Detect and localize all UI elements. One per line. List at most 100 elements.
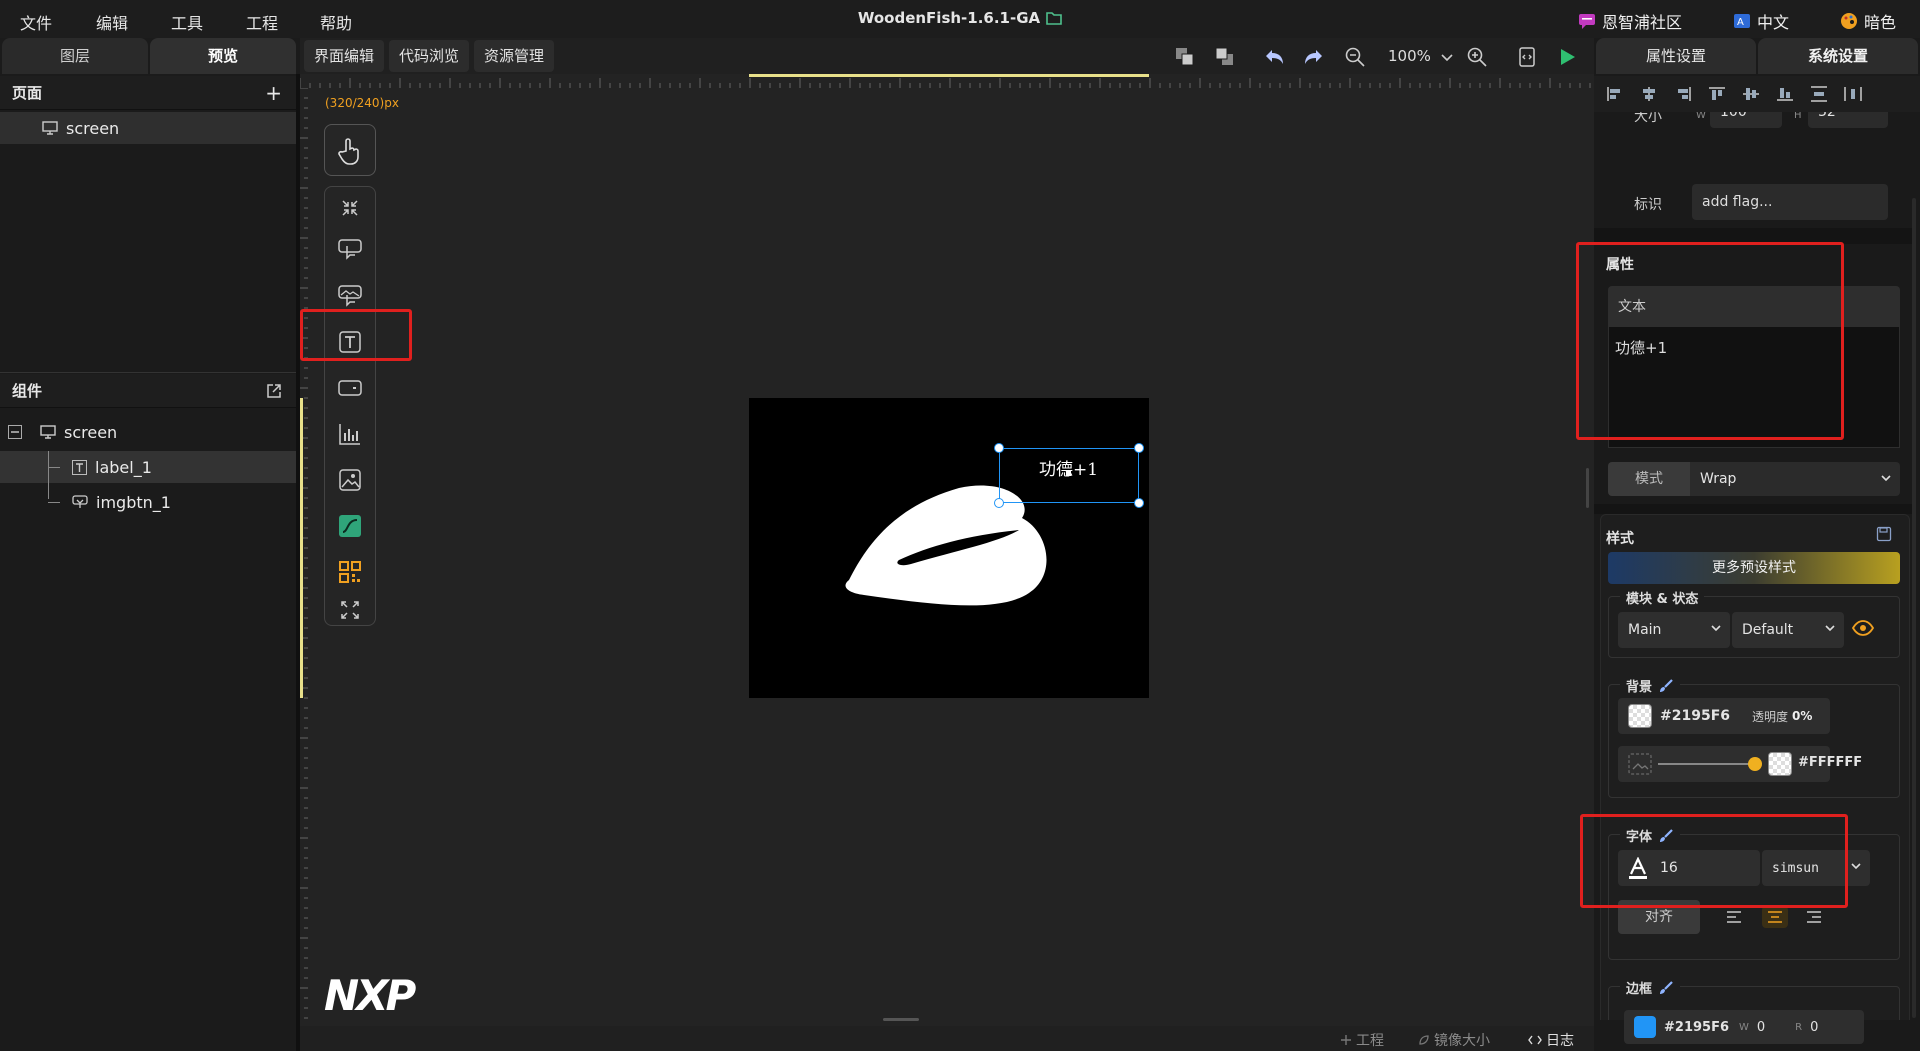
mode-select[interactable]: Wrap [1690,462,1900,496]
part-select[interactable]: Main [1618,612,1730,648]
zoom-out-icon[interactable] [1344,46,1366,68]
menu-help[interactable]: 帮助 [320,10,352,34]
border-color-field[interactable]: #2195F6 W 0 R 0 [1624,1010,1864,1044]
more-presets-button[interactable]: 更多预设样式 [1608,552,1900,584]
label-1-selection[interactable]: 功德+1 [994,443,1144,508]
resize-handle[interactable] [1134,443,1144,453]
tab-property-settings[interactable]: 属性设置 [1596,38,1756,74]
design-canvas[interactable]: (320/240)px 功德+1 NXP [308,88,1594,1028]
text-input[interactable]: 功德+1 [1608,326,1900,448]
status-mirror-size[interactable]: 镜像大小 [1418,1030,1490,1050]
external-link-icon[interactable] [266,383,282,399]
flag-input[interactable]: add flag... [1692,184,1888,220]
tab-ui-editor[interactable]: 界面编辑 [304,40,385,72]
chevron-down-icon[interactable] [1436,46,1458,68]
page-item-screen[interactable]: screen [0,112,300,144]
height-input[interactable]: 32 [1808,112,1888,128]
language-switch[interactable]: A 中文 [1733,9,1789,33]
theme-switch[interactable]: 暗色 [1840,9,1896,33]
tab-preview[interactable]: 预览 [150,38,296,74]
expand-arrows-icon[interactable] [337,597,363,623]
chart-widget-icon[interactable] [337,421,363,447]
border-color-swatch[interactable] [1634,1016,1656,1038]
grad-color-swatch[interactable] [1768,752,1792,776]
align-center-h-icon[interactable] [1640,86,1658,102]
resize-grip[interactable] [883,1018,919,1021]
image-button-widget-icon[interactable] [337,283,363,309]
distribute-h-icon[interactable] [1844,86,1862,102]
image-widget-icon[interactable] [337,467,363,493]
zoom-in-icon[interactable] [1466,46,1488,68]
scrollbar[interactable] [1912,198,1916,1018]
brush-icon[interactable] [1658,980,1674,996]
redo-icon[interactable] [1302,46,1324,68]
run-simulator-icon[interactable] [1556,46,1578,68]
community-link[interactable]: 恩智浦社区 [1578,9,1682,33]
text-align-left-icon[interactable] [1726,910,1742,924]
tree-item-label-1[interactable]: label_1 [0,451,300,499]
align-bottom-icon[interactable] [1776,86,1794,102]
pointer-tool-button[interactable] [324,124,376,176]
tree-child-label: label_1 [95,457,152,477]
text-align-right-icon[interactable] [1806,910,1822,924]
status-log[interactable]: 日志 [1528,1030,1574,1050]
tab-layers[interactable]: 图层 [2,38,148,74]
animation-widget-icon[interactable] [337,513,363,539]
folder-icon [1046,11,1062,25]
textarea-widget-icon[interactable] [337,375,363,401]
font-color-icon[interactable] [1628,857,1648,879]
text-align-center-button[interactable] [1762,906,1788,928]
left-panel: 图层 预览 页面 + screen 组件 screen label_1 imgb… [0,38,300,1051]
resize-handle[interactable] [994,498,1004,508]
project-title: WoodenFish-1.6.1-GA [857,9,1041,27]
screen-preview[interactable]: 功德+1 [749,398,1149,698]
font-size-field[interactable]: 16 [1618,850,1760,886]
collapse-arrows-icon[interactable] [337,195,363,221]
add-page-icon[interactable]: + [265,76,282,110]
resize-handle[interactable] [994,443,1004,453]
align-right-icon[interactable] [1674,86,1692,102]
label-widget-icon[interactable] [337,329,363,355]
save-icon[interactable] [1876,526,1892,542]
tree-item-screen[interactable]: screen [0,416,300,448]
eye-icon[interactable] [1852,620,1874,636]
gradient-slider-knob[interactable] [1748,757,1762,771]
align-middle-icon[interactable] [1742,86,1760,102]
menu-file[interactable]: 文件 [20,10,52,34]
brush-icon[interactable] [1658,678,1674,694]
bg-color-swatch[interactable] [1628,704,1652,728]
code-file-icon[interactable] [1516,46,1538,68]
tree-item-imgbtn-1[interactable]: imgbtn_1 [0,486,300,518]
brush-icon[interactable] [1658,828,1674,844]
tab-resource-manager[interactable]: 资源管理 [474,40,555,72]
align-top-icon[interactable] [1708,86,1726,102]
collapse-icon[interactable] [8,425,22,439]
zoom-level[interactable]: 100% [1388,47,1431,65]
bg-color-field[interactable]: #2195F6 透明度 0% [1618,698,1830,734]
anchor-point[interactable] [1066,471,1071,476]
align-left-icon[interactable] [1606,86,1624,102]
state-select[interactable]: Default [1732,612,1844,648]
qrcode-widget-icon[interactable] [337,559,363,585]
status-project[interactable]: 工程 [1340,1030,1384,1050]
tab-system-settings[interactable]: 系统设置 [1758,38,1918,74]
menu-project[interactable]: 工程 [246,10,278,34]
bring-front-icon[interactable] [1174,46,1196,68]
gradient-track[interactable] [1658,763,1754,765]
status-mirror-label: 镜像大小 [1434,1033,1490,1049]
bg-image-icon[interactable] [1628,753,1652,775]
font-family-select[interactable]: simsun [1762,850,1870,886]
undo-icon[interactable] [1264,46,1286,68]
distribute-v-icon[interactable] [1810,86,1828,102]
send-back-icon[interactable] [1214,46,1236,68]
menu-edit[interactable]: 编辑 [96,10,128,34]
tab-code-browser[interactable]: 代码浏览 [389,40,470,72]
editor-toolbar: 界面编辑 代码浏览 资源管理 100% [300,38,1594,74]
property-scroll-area[interactable]: 大小 W 100 H 32 标识 add flag... 属性 文本 功德+1 … [1594,112,1914,1020]
resize-handle[interactable] [1134,498,1144,508]
bg-gradient-field[interactable]: #FFFFFF [1618,746,1862,782]
width-input[interactable]: 100 [1710,112,1782,128]
scroll-handle[interactable] [1586,468,1589,508]
button-widget-icon[interactable] [337,237,363,263]
menu-tools[interactable]: 工具 [171,10,203,34]
